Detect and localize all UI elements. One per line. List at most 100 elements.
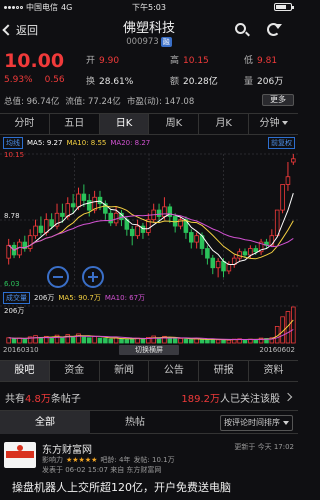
posts-prefix: 共有 — [5, 394, 25, 405]
ma-legend: 均线 MA5: 9.27 MA10: 8.55 MA20: 8.27 前复权 — [0, 137, 298, 149]
filter-hot-tab[interactable]: 热帖 — [90, 411, 180, 434]
tab-five-day[interactable]: 五日 — [50, 114, 100, 134]
forum-stats[interactable]: 共有4.8万条帖子 189.2万人已关注该股 — [0, 386, 298, 406]
volume-bar — [188, 339, 194, 344]
current-price: 10.00 — [4, 50, 65, 72]
candle-body — [6, 244, 11, 259]
candle-body — [210, 257, 216, 269]
ma20-value: MA20: 8.27 — [110, 139, 151, 147]
volume-item: 量 206万 — [244, 74, 283, 87]
zoom-in-button[interactable] — [82, 266, 104, 288]
volume-bar — [178, 338, 183, 344]
candle-body — [188, 232, 194, 243]
volume-bar — [86, 337, 92, 344]
volume-bar — [215, 339, 221, 344]
candle-body — [291, 158, 296, 163]
volume-ma10-line — [8, 329, 294, 341]
volume-value: 206万 — [257, 77, 284, 87]
tab-news[interactable]: 新闻 — [100, 361, 150, 381]
tab-intraday[interactable]: 分时 — [0, 114, 50, 134]
tab-minute[interactable]: 分钟 — [249, 114, 298, 134]
candle-body — [253, 248, 259, 253]
volume-current: 206万 — [34, 294, 55, 302]
quote-panel: 10.00 5.93% 0.56 开 9.90 高 10.15 低 9.81 换 28.… — [0, 50, 298, 112]
post-author[interactable]: 东方财富网 — [42, 441, 92, 456]
candle-body — [108, 212, 114, 224]
volume-chart[interactable] — [0, 305, 298, 345]
candle-body — [274, 209, 280, 237]
status-time: 下午5:03 — [132, 3, 166, 12]
forum-post[interactable]: 东方财富网 影响力 ★★★★★ 吧龄: 4年 发帖: 10.1万 发表于 06-… — [0, 437, 298, 500]
refresh-icon[interactable] — [266, 22, 282, 38]
amount-item: 额 20.28亿 — [170, 74, 218, 87]
turnover-label: 换 — [86, 77, 96, 87]
sort-dropdown[interactable]: 按评论时间排序 — [220, 415, 293, 431]
influence-label: 影响力 — [42, 456, 63, 464]
volume-bar — [11, 338, 17, 344]
candle-body — [129, 228, 135, 237]
high-value: 10.15 — [183, 56, 209, 66]
volume-bar — [49, 337, 54, 344]
axis-mid-label: 8.78 — [4, 212, 20, 220]
avatar[interactable] — [4, 442, 36, 468]
volume-bar — [119, 338, 124, 344]
posts-count: 4.8万 — [25, 394, 51, 405]
more-button[interactable]: 更多 — [262, 94, 294, 106]
ma5-value: MA5: 9.27 — [27, 139, 63, 147]
tab-daily-k[interactable]: 日K — [99, 114, 150, 134]
author-post-count: 发帖: 10.1万 — [133, 456, 175, 464]
candle-body — [43, 219, 49, 233]
volume-bar — [124, 339, 130, 344]
date-row: 20160310 切换横屏 20160602 — [0, 345, 298, 357]
author-meta: 影响力 ★★★★★ 吧龄: 4年 发帖: 10.1万 — [42, 455, 175, 465]
volume-indicator-button[interactable]: 成交量 — [3, 292, 30, 304]
tab-research[interactable]: 研报 — [199, 361, 250, 381]
title-block: 佛塑科技 000973 融 — [0, 17, 298, 47]
adjust-button[interactable]: 前复权 — [268, 137, 295, 149]
tab-minute-label: 分钟 — [259, 118, 280, 129]
search-icon[interactable] — [234, 22, 250, 38]
tab-announcements[interactable]: 公告 — [149, 361, 200, 381]
volume-bar — [183, 338, 189, 344]
low-label: 低 — [244, 56, 254, 66]
candle-body — [162, 206, 167, 217]
period-tabs: 分时 五日 日K 周K 月K 分钟 — [0, 113, 298, 135]
tab-forum[interactable]: 股吧 — [0, 361, 50, 381]
ma-indicator-button[interactable]: 均线 — [3, 137, 23, 149]
candle-body — [194, 235, 199, 243]
turnover-value: 28.61% — [99, 77, 134, 87]
volume-bar — [22, 338, 28, 344]
tab-profile[interactable]: 资料 — [249, 361, 298, 381]
tab-monthly-k[interactable]: 月K — [199, 114, 250, 134]
volume-legend: 成交量 206万 MA5: 90.7万 MA10: 67万 — [0, 292, 298, 304]
filter-all-tab[interactable]: 全部 — [0, 411, 90, 434]
tab-funds[interactable]: 资金 — [50, 361, 100, 381]
candle-body — [140, 225, 146, 233]
post-headline[interactable]: 操盘机器人上交所超120亿，开户免费送电脑 — [12, 479, 298, 495]
stock-name: 佛塑科技 — [122, 21, 175, 36]
post-updated-time: 更新于 今天 17:02 — [234, 443, 294, 451]
sort-label: 按评论时间排序 — [224, 418, 280, 427]
candle-body — [205, 248, 210, 259]
high-label: 高 — [170, 56, 180, 66]
change-pct: 5.93% — [4, 75, 33, 85]
candle-body — [86, 200, 92, 211]
landscape-switch-button[interactable]: 切换横屏 — [119, 345, 179, 355]
candle-body — [280, 184, 285, 211]
low-item: 低 9.81 — [244, 53, 277, 66]
followers-suffix: 人已关注该股 — [220, 394, 280, 405]
posts-count-text: 共有4.8万条帖子 — [5, 390, 81, 405]
zoom-out-button[interactable] — [47, 266, 69, 288]
turnover-item: 换 28.61% — [86, 74, 133, 87]
nav-bar: 返回 佛塑科技 000973 融 — [0, 14, 298, 48]
candlestick-chart[interactable] — [0, 150, 298, 290]
volume-bar — [97, 337, 103, 344]
posts-suffix: 条帖子 — [50, 394, 81, 405]
volume-bar — [108, 338, 114, 344]
forum-age: 吧龄: 4年 — [100, 456, 131, 464]
volume-bar — [60, 337, 65, 344]
tab-weekly-k[interactable]: 周K — [149, 114, 200, 134]
volume-ma5-line — [8, 319, 294, 341]
margin-badge: 融 — [160, 37, 172, 47]
candle-body — [215, 260, 221, 269]
